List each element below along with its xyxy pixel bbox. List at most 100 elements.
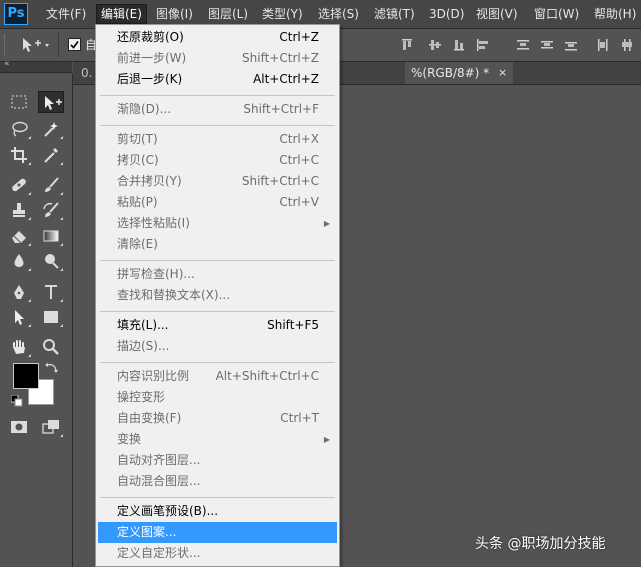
edit-menu-item[interactable]: 内容识别比例 Alt+Shift+Ctrl+C xyxy=(98,366,337,387)
menu-filter[interactable]: 滤镜(T) xyxy=(370,5,419,23)
edit-menu-item[interactable]: 定义图案... xyxy=(98,522,337,543)
move-icon xyxy=(45,96,62,110)
align-top-icon[interactable] xyxy=(400,38,414,52)
quick-mask-mode[interactable] xyxy=(6,416,32,438)
healing-brush-tool[interactable] xyxy=(6,174,32,196)
submenu-arrow-icon: ▶ xyxy=(323,219,330,228)
menu-separator xyxy=(100,497,335,498)
menu-layer[interactable]: 图层(L) xyxy=(204,5,252,23)
history-brush-tool[interactable] xyxy=(38,199,64,221)
menu-item-shortcut: Ctrl+C xyxy=(279,153,319,167)
menu-item-shortcut: Ctrl+V xyxy=(279,195,319,209)
menu-edit[interactable]: 编辑(E) xyxy=(96,4,147,24)
edit-menu-item[interactable]: 剪切(T) Ctrl+X xyxy=(98,129,337,150)
lasso-tool[interactable] xyxy=(6,118,32,140)
bandage-icon xyxy=(12,178,26,192)
menu-type[interactable]: 类型(Y) xyxy=(258,5,307,23)
move-arrow-icon xyxy=(23,38,49,52)
drop-icon xyxy=(14,254,24,267)
blur-tool[interactable] xyxy=(6,250,32,272)
auto-select-checkbox[interactable] xyxy=(68,38,81,51)
edit-menu-item[interactable]: 自动对齐图层... xyxy=(98,450,337,471)
edit-menu-item[interactable]: 填充(L)... Shift+F5 xyxy=(98,315,337,336)
menu-help[interactable]: 帮助(H) xyxy=(590,5,640,23)
type-t-icon xyxy=(45,285,57,299)
close-icon[interactable]: × xyxy=(498,62,507,84)
brush-tool[interactable] xyxy=(38,174,64,196)
collapse-panel-icon[interactable]: « xyxy=(4,59,10,69)
eraser-icon xyxy=(12,231,26,244)
edit-menu-item[interactable]: 操控变形 xyxy=(98,387,337,408)
edit-menu-item[interactable]: 前进一步(W) Shift+Ctrl+Z xyxy=(98,48,337,69)
move-tool-preset-picker[interactable] xyxy=(20,37,50,53)
distribute-top-icon[interactable] xyxy=(516,38,530,52)
distribute-left-icon[interactable] xyxy=(596,38,610,52)
edit-menu-item[interactable]: 合并拷贝(Y) Shift+Ctrl+C xyxy=(98,171,337,192)
edit-menu-item[interactable]: 渐隐(D)... Shift+Ctrl+F xyxy=(98,99,337,120)
align-vcenter-icon[interactable] xyxy=(428,38,442,52)
eyedropper-tool[interactable] xyxy=(38,144,64,166)
move-tool[interactable] xyxy=(38,91,64,113)
edit-menu-item[interactable]: 定义自定形状... xyxy=(98,543,337,564)
default-colors-icon[interactable] xyxy=(10,394,23,407)
distribute-vcenter-icon[interactable] xyxy=(540,38,554,52)
edit-menu-item[interactable]: 还原裁剪(O) Ctrl+Z xyxy=(98,27,337,48)
menu-select[interactable]: 选择(S) xyxy=(314,5,363,23)
pen-tool[interactable] xyxy=(6,281,32,303)
menu-item-label: 定义画笔预设(B)... xyxy=(117,504,219,518)
menu-item-label: 自动对齐图层... xyxy=(117,453,201,467)
document-tab-label: %(RGB/8#) * xyxy=(411,66,490,80)
gradient-tool[interactable] xyxy=(38,225,64,247)
swap-colors-icon[interactable] xyxy=(45,362,59,374)
menu-image[interactable]: 图像(I) xyxy=(152,5,197,23)
menu-separator xyxy=(100,362,335,363)
crop-tool[interactable] xyxy=(6,144,32,166)
menu-item-shortcut: Ctrl+X xyxy=(279,132,319,146)
edit-menu-item[interactable]: 自由变换(F) Ctrl+T xyxy=(98,408,337,429)
align-left-icon[interactable] xyxy=(476,38,490,52)
rectangle-tool[interactable] xyxy=(38,306,64,328)
edit-menu-item[interactable]: 选择性粘贴(I) ▶ xyxy=(98,213,337,234)
distribute-bottom-icon[interactable] xyxy=(564,38,578,52)
tab-partial-label[interactable]: 0. xyxy=(81,65,92,82)
edit-menu-item[interactable]: 拼写检查(H)... xyxy=(98,264,337,285)
menu-view[interactable]: 视图(V) xyxy=(472,5,522,23)
menu-item-label: 内容识别比例 xyxy=(117,369,190,383)
clone-stamp-tool[interactable] xyxy=(6,199,32,221)
menu-window[interactable]: 窗口(W) xyxy=(530,5,583,23)
edit-menu-item[interactable]: 描边(S)... xyxy=(98,336,337,357)
document-tab[interactable]: %(RGB/8#) * × xyxy=(405,62,514,84)
edit-menu-item[interactable]: 自动混合图层... xyxy=(98,471,337,492)
edit-menu-item[interactable]: 变换 ▶ xyxy=(98,429,337,450)
menu-3d[interactable]: 3D(D) xyxy=(425,5,468,23)
menu-file[interactable]: 文件(F) xyxy=(42,5,90,23)
edit-menu-item[interactable]: 拷贝(C) Ctrl+C xyxy=(98,150,337,171)
distribute-hcenter-icon[interactable] xyxy=(620,38,634,52)
edit-menu-item[interactable]: 定义画笔预设(B)... xyxy=(98,501,337,522)
dodge-tool[interactable] xyxy=(38,250,64,272)
menu-item-label: 操控变形 xyxy=(117,390,166,404)
edit-menu-item[interactable]: 查找和替换文本(X)... xyxy=(98,285,337,306)
menu-item-label: 后退一步(K) xyxy=(117,72,183,86)
menu-separator xyxy=(100,311,335,312)
edit-menu-item[interactable]: 清除(E) xyxy=(98,234,337,255)
options-grip xyxy=(4,35,7,55)
hand-tool[interactable] xyxy=(6,336,32,358)
screen-mode-button[interactable] xyxy=(38,416,64,438)
edit-menu-item[interactable]: 后退一步(K) Alt+Ctrl+Z xyxy=(98,69,337,90)
magic-wand-tool[interactable] xyxy=(38,118,64,140)
menu-item-shortcut: Shift+Ctrl+C xyxy=(241,174,319,188)
menu-item-label: 变换 xyxy=(117,432,142,446)
rectangular-marquee-tool[interactable] xyxy=(6,91,32,113)
path-selection-tool[interactable] xyxy=(6,306,32,328)
edit-menu-item[interactable]: 粘贴(P) Ctrl+V xyxy=(98,192,337,213)
photoshop-logo: Ps xyxy=(4,3,28,25)
path-select-arrow-icon xyxy=(15,310,24,325)
align-bottom-icon[interactable] xyxy=(452,38,466,52)
menu-item-shortcut: Alt+Ctrl+Z xyxy=(253,72,319,86)
zoom-tool[interactable] xyxy=(38,336,64,358)
foreground-color-swatch[interactable] xyxy=(13,363,39,389)
eraser-tool[interactable] xyxy=(6,225,32,247)
menu-item-label: 选择性粘贴(I) xyxy=(117,216,190,230)
type-tool[interactable] xyxy=(38,281,64,303)
